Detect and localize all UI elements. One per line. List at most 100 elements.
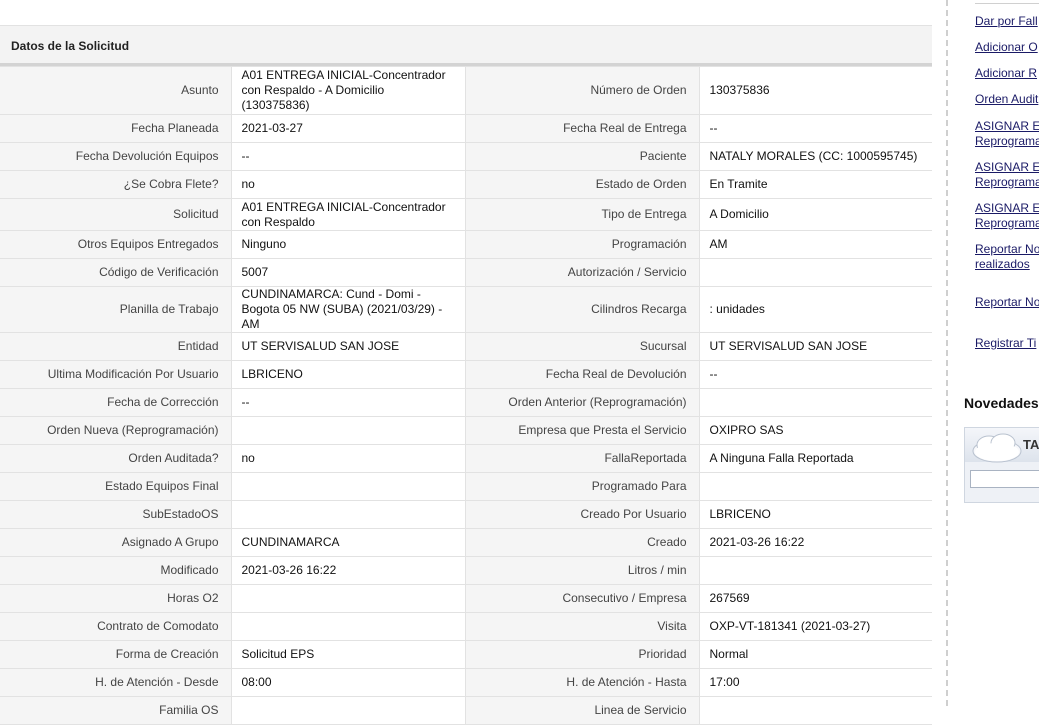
field-label: Ultima Modificación Por Usuario bbox=[0, 360, 232, 389]
field-value: Ninguno bbox=[230, 230, 466, 259]
table-row: Orden Nueva (Reprogramación) Empresa que … bbox=[0, 416, 932, 445]
field-value bbox=[230, 612, 466, 641]
table-row: Forma de Creación Solicitud EPS Prioridad N… bbox=[0, 640, 932, 669]
field-value bbox=[698, 696, 932, 725]
field-value bbox=[698, 556, 932, 585]
field-value bbox=[230, 472, 466, 501]
field-label: Familia OS bbox=[0, 696, 232, 725]
field-value: 08:00 bbox=[230, 668, 466, 697]
field-value: CUNDINAMARCA: Cund - Domi - Bogota 05 NW… bbox=[230, 286, 466, 333]
field-label: Forma de Creación bbox=[0, 640, 232, 669]
field-label: H. de Atención - Hasta bbox=[464, 668, 700, 697]
table-row: Otros Equipos Entregados Ninguno Programac… bbox=[0, 230, 932, 259]
details-body: Asunto A01 ENTREGA INICIAL-Concentrador c… bbox=[0, 66, 932, 725]
field-value bbox=[230, 584, 466, 613]
field-label: Cilindros Recarga bbox=[464, 286, 700, 333]
sidebar-action-link[interactable]: ASIGNAR E Reprograma bbox=[975, 119, 1039, 149]
field-value: UT SERVISALUD SAN JOSE bbox=[698, 332, 932, 361]
sidebar-action-link[interactable]: Orden Audit bbox=[975, 92, 1039, 107]
table-row: Fecha Devolución Equipos -- Paciente NATALY… bbox=[0, 142, 932, 171]
sidebar-action-link[interactable]: Reportar No bbox=[975, 295, 1039, 310]
field-label: Fecha de Corrección bbox=[0, 388, 232, 417]
field-value: 2021-03-26 16:22 bbox=[698, 528, 932, 557]
table-row: H. de Atención - Desde 08:00 H. de Atenció… bbox=[0, 668, 932, 697]
table-row: Horas O2 Consecutivo / Empresa 267569 bbox=[0, 584, 932, 613]
field-label: Visita bbox=[464, 612, 700, 641]
field-value: : unidades bbox=[698, 286, 932, 333]
field-label: Entidad bbox=[0, 332, 232, 361]
field-value: 5007 bbox=[230, 258, 466, 287]
sidebar-action-link[interactable]: Registrar Ti bbox=[975, 336, 1039, 351]
field-label: Fecha Real de Entrega bbox=[464, 114, 700, 143]
novedades-title: Novedades bbox=[964, 395, 1039, 411]
field-value: OXP-VT-181341 (2021-03-27) bbox=[698, 612, 932, 641]
sidebar-action-link[interactable]: ASIGNAR E Reprograma bbox=[975, 160, 1039, 190]
table-row: Entidad UT SERVISALUD SAN JOSE Sucursal UT … bbox=[0, 332, 932, 361]
field-label: Orden Nueva (Reprogramación) bbox=[0, 416, 232, 445]
field-value: LBRICENO bbox=[230, 360, 466, 389]
sidebar-action-link[interactable]: Adicionar O bbox=[975, 40, 1039, 55]
novedades-widget: TA bbox=[964, 427, 1039, 503]
field-label: Fecha Real de Devolución bbox=[464, 360, 700, 389]
field-value: UT SERVISALUD SAN JOSE bbox=[230, 332, 466, 361]
table-row: ¿Se Cobra Flete? no Estado de Orden En Tram… bbox=[0, 170, 932, 199]
field-value: OXIPRO SAS bbox=[698, 416, 932, 445]
field-value bbox=[230, 500, 466, 529]
field-value: CUNDINAMARCA bbox=[230, 528, 466, 557]
field-label: Horas O2 bbox=[0, 584, 232, 613]
field-label: Sucursal bbox=[464, 332, 700, 361]
table-row: Planilla de Trabajo CUNDINAMARCA: Cund - … bbox=[0, 286, 932, 333]
field-label: Linea de Servicio bbox=[464, 696, 700, 725]
sidebar-action-link[interactable]: Reportar No realizados bbox=[975, 242, 1039, 272]
sidebar-action-link[interactable]: ASIGNAR E Reprograma bbox=[975, 201, 1039, 231]
field-label: Estado de Orden bbox=[464, 170, 700, 199]
table-row: Modificado 2021-03-26 16:22 Litros / min bbox=[0, 556, 932, 585]
field-value bbox=[230, 416, 466, 445]
field-value: AM bbox=[698, 230, 932, 259]
field-label: Creado Por Usuario bbox=[464, 500, 700, 529]
field-value: 267569 bbox=[698, 584, 932, 613]
table-row: Contrato de Comodato Visita OXP-VT-181341 … bbox=[0, 612, 932, 641]
table-row: Asunto A01 ENTREGA INICIAL-Concentrador c… bbox=[0, 66, 932, 115]
field-label: Orden Auditada? bbox=[0, 444, 232, 473]
table-row: Asignado A Grupo CUNDINAMARCA Creado 2021-0… bbox=[0, 528, 932, 557]
field-value: -- bbox=[698, 360, 932, 389]
sidebar-action-link[interactable]: Adicionar R bbox=[975, 66, 1039, 81]
field-value: 2021-03-27 bbox=[230, 114, 466, 143]
table-row: Familia OS Linea de Servicio bbox=[0, 696, 932, 725]
field-label: Estado Equipos Final bbox=[0, 472, 232, 501]
field-label: Paciente bbox=[464, 142, 700, 171]
field-value: no bbox=[230, 170, 466, 199]
field-label: Planilla de Trabajo bbox=[0, 286, 232, 333]
field-value: no bbox=[230, 444, 466, 473]
field-label: Asignado A Grupo bbox=[0, 528, 232, 557]
field-value: En Tramite bbox=[698, 170, 932, 199]
table-row: Solicitud A01 ENTREGA INICIAL-Concentrado… bbox=[0, 198, 932, 231]
field-value: -- bbox=[698, 114, 932, 143]
field-label: Creado bbox=[464, 528, 700, 557]
field-label: Autorización / Servicio bbox=[464, 258, 700, 287]
table-row: SubEstadoOS Creado Por Usuario LBRICENO bbox=[0, 500, 932, 529]
table-row: Código de Verificación 5007 Autorización /… bbox=[0, 258, 932, 287]
panel-header: Datos de la Solicitud bbox=[0, 25, 932, 66]
panel-title: Datos de la Solicitud bbox=[11, 39, 130, 53]
field-value: LBRICENO bbox=[698, 500, 932, 529]
field-label: Programado Para bbox=[464, 472, 700, 501]
widget-input[interactable] bbox=[970, 470, 1039, 488]
widget-tab-text: TA bbox=[1023, 437, 1039, 452]
sidebar-action-link[interactable]: Dar por Fall bbox=[975, 14, 1039, 29]
field-value: Normal bbox=[698, 640, 932, 669]
field-value bbox=[698, 258, 932, 287]
table-row: Estado Equipos Final Programado Para bbox=[0, 472, 932, 501]
field-value: A01 ENTREGA INICIAL-Concentrador con Res… bbox=[230, 198, 466, 231]
field-label: Prioridad bbox=[464, 640, 700, 669]
table-row: Fecha de Corrección -- Orden Anterior (Rep… bbox=[0, 388, 932, 417]
field-label: Orden Anterior (Reprogramación) bbox=[464, 388, 700, 417]
field-value bbox=[698, 388, 932, 417]
sidebar-divider bbox=[946, 0, 948, 706]
field-label: Número de Orden bbox=[464, 66, 700, 115]
sidebar-actions: Dar por Fall Adicionar O Adicionar R Orden … bbox=[975, 0, 1039, 706]
field-label: Consecutivo / Empresa bbox=[464, 584, 700, 613]
field-value: -- bbox=[230, 142, 466, 171]
field-value: 2021-03-26 16:22 bbox=[230, 556, 466, 585]
